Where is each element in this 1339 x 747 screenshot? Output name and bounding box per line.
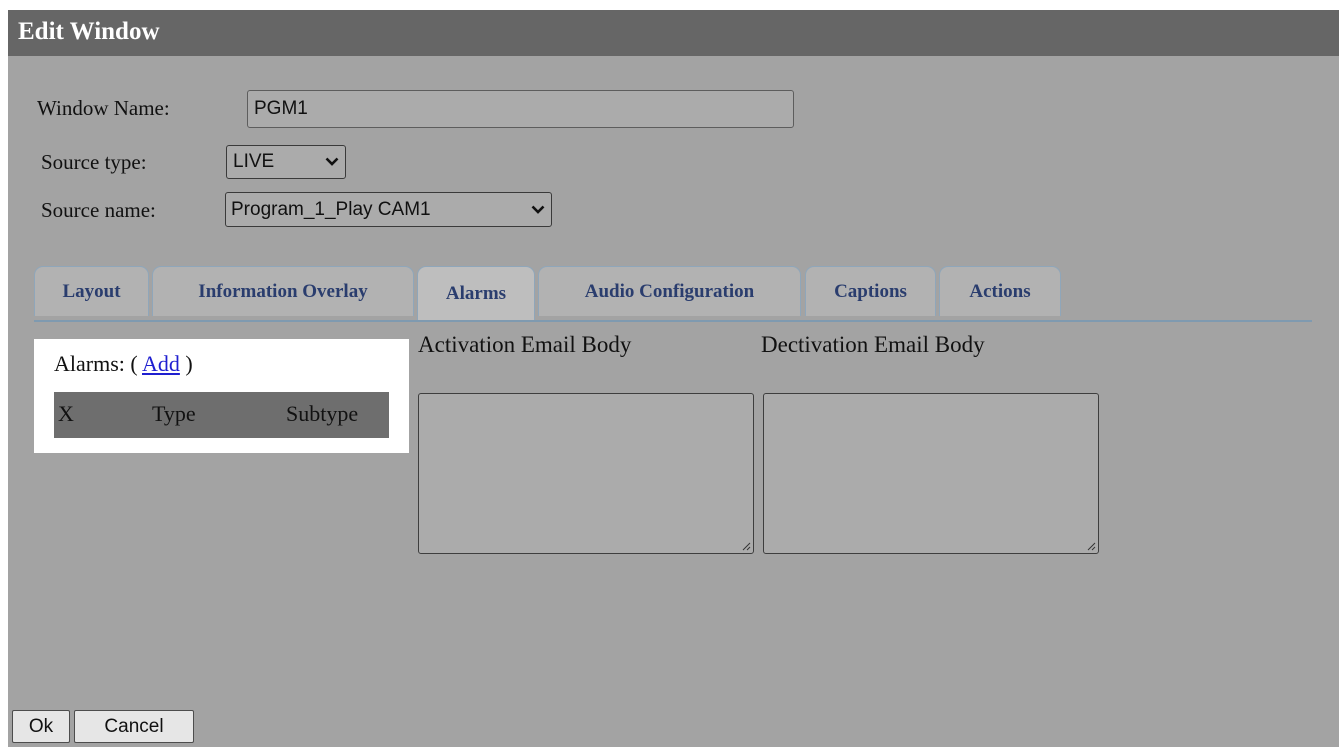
tab-captions[interactable]: Captions xyxy=(805,266,936,316)
window-name-label: Window Name: xyxy=(37,96,170,120)
tab-layout[interactable]: Layout xyxy=(34,266,149,316)
dialog-title: Edit Window xyxy=(18,18,160,45)
alarms-table-header: X Type Subtype xyxy=(54,392,389,438)
chevron-down-icon xyxy=(325,157,339,166)
tab-label: Actions xyxy=(969,280,1031,302)
tab-audio-configuration[interactable]: Audio Configuration xyxy=(538,266,801,316)
source-type-label: Source type: xyxy=(41,150,147,174)
window-name-input[interactable] xyxy=(247,90,794,128)
tab-label: Layout xyxy=(62,280,121,302)
ok-button-label: Ok xyxy=(28,715,54,737)
column-header-x: X xyxy=(58,401,74,426)
alarms-header: Alarms: ( Add ) xyxy=(54,351,193,377)
tab-actions[interactable]: Actions xyxy=(939,266,1061,316)
cancel-button-label: Cancel xyxy=(104,715,164,737)
tab-label: Captions xyxy=(834,280,907,302)
add-alarm-link[interactable]: Add xyxy=(142,351,180,376)
alarms-close-paren: ) xyxy=(185,351,193,376)
chevron-down-icon xyxy=(531,205,545,214)
edit-window-dialog: Edit Window Window Name: Source type: LI… xyxy=(8,10,1339,747)
column-header-subtype: Subtype xyxy=(286,401,359,426)
alarms-panel: Alarms: ( Add ) X Type Subtype xyxy=(34,339,409,453)
tab-divider xyxy=(34,320,1312,322)
deactivation-email-textarea[interactable] xyxy=(763,393,1099,554)
source-name-label: Source name: xyxy=(41,198,156,222)
source-name-value: Program_1_Play CAM1 xyxy=(231,198,431,220)
dialog-titlebar[interactable]: Edit Window xyxy=(8,10,1339,56)
column-header-type: Type xyxy=(152,401,196,426)
resize-grip-icon[interactable] xyxy=(1086,541,1096,551)
tab-label: Audio Configuration xyxy=(584,280,755,302)
ok-button[interactable]: Ok xyxy=(12,710,70,743)
activation-email-label: Activation Email Body xyxy=(418,332,632,357)
resize-grip-icon[interactable] xyxy=(741,541,751,551)
deactivation-email-label: Dectivation Email Body xyxy=(761,332,985,357)
source-name-select[interactable]: Program_1_Play CAM1 xyxy=(225,192,552,227)
source-type-value: LIVE xyxy=(233,151,275,172)
tab-label: Information Overlay xyxy=(198,280,368,302)
tab-label: Alarms xyxy=(445,282,507,304)
alarms-label: Alarms: ( xyxy=(54,351,138,376)
cancel-button[interactable]: Cancel xyxy=(74,710,194,743)
source-type-select[interactable]: LIVE xyxy=(226,145,346,179)
tab-alarms[interactable]: Alarms xyxy=(417,266,535,320)
activation-email-textarea[interactable] xyxy=(418,393,754,554)
tab-information-overlay[interactable]: Information Overlay xyxy=(152,266,414,316)
